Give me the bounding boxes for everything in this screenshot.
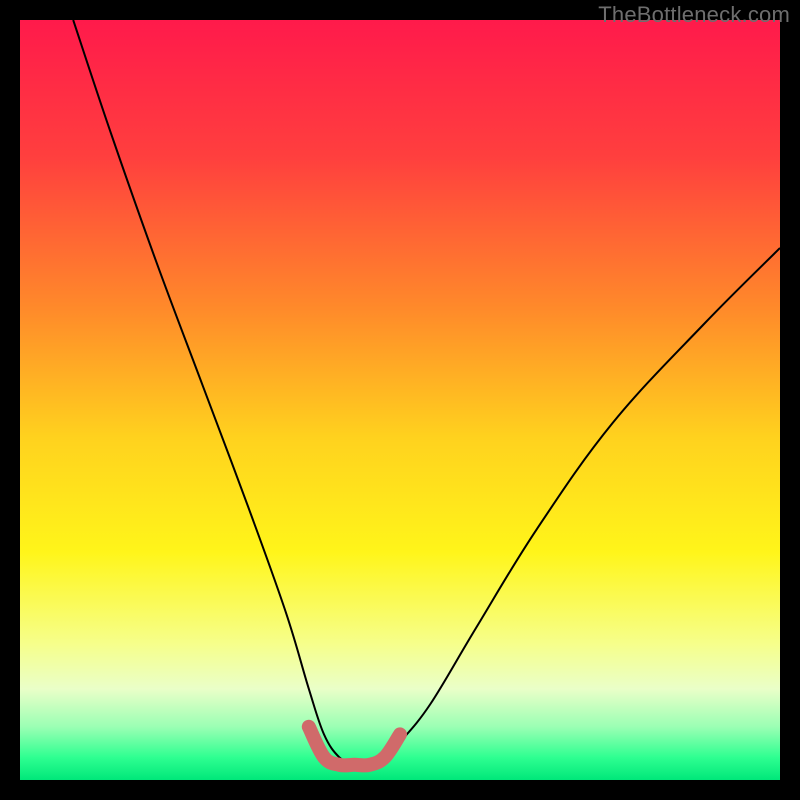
chart-frame: TheBottleneck.com bbox=[0, 0, 800, 800]
plot-area bbox=[20, 20, 780, 780]
watermark-text: TheBottleneck.com bbox=[598, 2, 790, 28]
curve-layer bbox=[20, 20, 780, 780]
bottleneck-curve bbox=[73, 20, 780, 766]
